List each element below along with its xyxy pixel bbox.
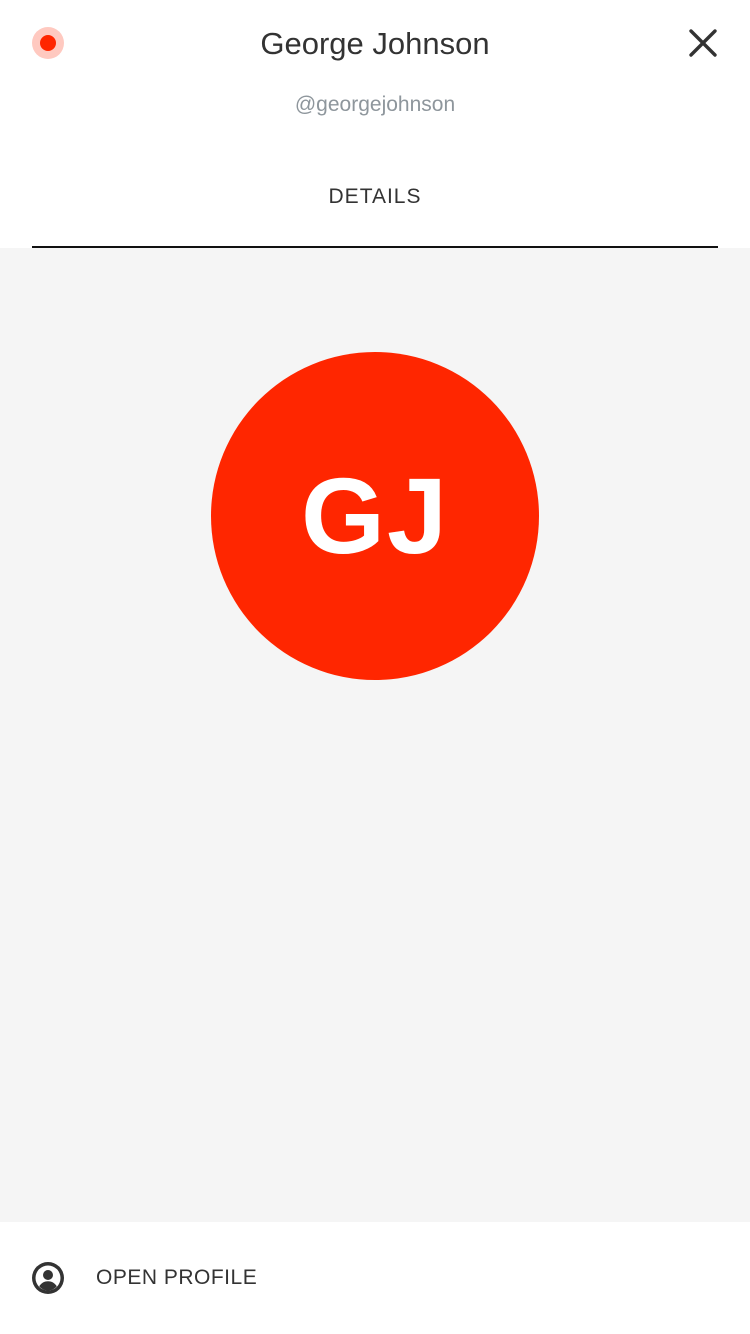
close-button[interactable] (686, 26, 720, 60)
header: George Johnson @georgejohnson DETAILS (0, 0, 750, 248)
tab-details[interactable]: DETAILS (32, 170, 718, 248)
user-details-screen: George Johnson @georgejohnson DETAILS GJ (0, 0, 750, 1334)
footer: OPEN PROFILE (0, 1222, 750, 1334)
open-profile-label: OPEN PROFILE (96, 1266, 258, 1289)
avatar-initials: GJ (300, 455, 450, 576)
open-profile-button[interactable]: OPEN PROFILE (0, 1222, 750, 1334)
close-icon (689, 29, 717, 57)
tab-details-label: DETAILS (328, 185, 422, 208)
details-content: GJ (0, 248, 750, 1222)
user-handle: @georgejohnson (294, 93, 456, 116)
user-name: George Johnson (260, 26, 490, 61)
user-circle-icon (32, 1262, 64, 1294)
avatar: GJ (211, 352, 539, 680)
